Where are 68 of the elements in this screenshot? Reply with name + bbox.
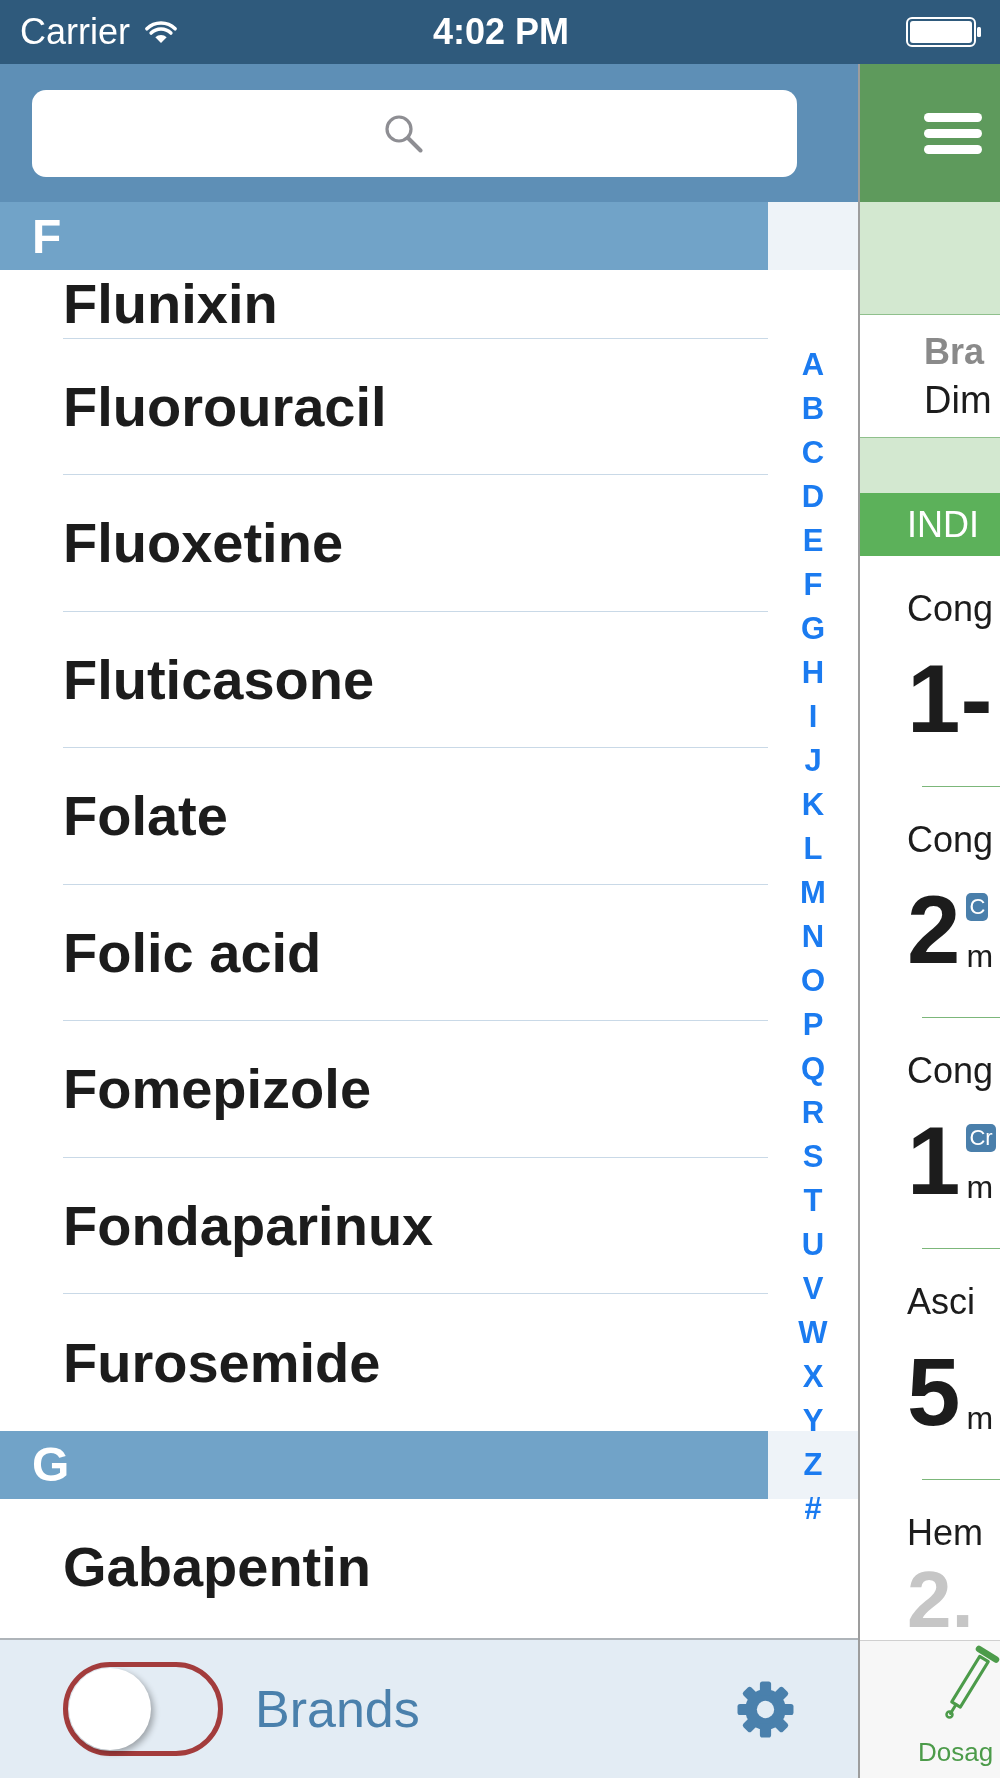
drug-list-item[interactable]: Furosemide: [63, 1294, 768, 1431]
search-field[interactable]: [32, 89, 797, 177]
index-letter[interactable]: T: [803, 1179, 823, 1223]
brand-value: Dim: [924, 378, 992, 423]
drug-list-item[interactable]: Gabapentin: [63, 1498, 768, 1635]
search-icon: [382, 113, 423, 153]
index-letter[interactable]: #: [804, 1487, 822, 1531]
brand-label: Bra: [924, 330, 985, 374]
index-letter[interactable]: C: [801, 431, 825, 475]
index-letter[interactable]: J: [804, 739, 822, 783]
index-letter[interactable]: G: [800, 607, 826, 651]
drug-list-item[interactable]: Fluticasone: [63, 611, 768, 748]
toggle-label: Brands: [255, 1679, 420, 1739]
indication-label: Hem: [907, 1511, 983, 1555]
section-header: F: [0, 202, 858, 270]
index-letter[interactable]: O: [800, 959, 826, 1003]
index-letter[interactable]: N: [801, 915, 825, 959]
dose-unit: m: [966, 1170, 994, 1204]
menu-icon[interactable]: [924, 112, 982, 154]
indication-label: Asci: [907, 1280, 975, 1324]
index-letter[interactable]: B: [801, 387, 825, 431]
settings-icon[interactable]: [737, 1680, 794, 1738]
indication-label: Cong: [907, 587, 994, 631]
index-letter[interactable]: X: [802, 1355, 824, 1399]
index-letter[interactable]: V: [802, 1267, 824, 1311]
dose-value: 2: [907, 880, 961, 980]
index-letter[interactable]: K: [801, 783, 825, 827]
dose-tag: Cr: [966, 1124, 996, 1152]
drug-list-item[interactable]: Flunixin: [63, 270, 768, 339]
tab-item[interactable]: Dosag: [905, 1641, 1000, 1778]
index-letter[interactable]: M: [800, 871, 826, 915]
clock-time: 4:02 PM: [432, 11, 570, 53]
dose-value: 1: [907, 1111, 961, 1211]
index-letter[interactable]: I: [808, 695, 818, 739]
drug-list-item[interactable]: Folic acid: [63, 884, 768, 1021]
index-letter[interactable]: Z: [803, 1443, 823, 1487]
dropper-icon: [944, 1645, 1000, 1719]
dose-unit: m: [966, 939, 994, 973]
index-letter[interactable]: Y: [802, 1399, 824, 1443]
index-letter[interactable]: S: [802, 1135, 824, 1179]
indication-label: Cong: [907, 818, 994, 862]
drug-list-item[interactable]: Fluoxetine: [63, 475, 768, 612]
toggle-switch[interactable]: [63, 1662, 223, 1756]
dose-value: 2.: [907, 1561, 974, 1639]
index-letter[interactable]: L: [803, 827, 823, 871]
battery-icon: [906, 17, 982, 47]
index-letter[interactable]: H: [801, 651, 825, 695]
index-letter[interactable]: P: [802, 1003, 824, 1047]
index-letter[interactable]: Q: [800, 1047, 826, 1091]
carrier-label: Carrier: [20, 11, 130, 53]
index-letter[interactable]: F: [803, 563, 823, 607]
index-letter[interactable]: E: [802, 519, 824, 563]
index-letter[interactable]: D: [801, 475, 825, 519]
index-letter[interactable]: W: [798, 1311, 828, 1355]
drug-list-item[interactable]: Fluorouracil: [63, 338, 768, 475]
index-letter[interactable]: A: [801, 343, 825, 387]
dose-unit: m: [966, 1401, 994, 1435]
dose-value: 1-: [907, 649, 993, 749]
dose-value: 5: [907, 1342, 961, 1442]
index-letter[interactable]: R: [801, 1091, 825, 1135]
section-title: INDI: [860, 493, 1000, 556]
drug-list-item[interactable]: Folate: [63, 748, 768, 885]
indication-label: Cong: [907, 1049, 994, 1093]
drug-list-item[interactable]: Fomepizole: [63, 1021, 768, 1158]
index-letter[interactable]: U: [801, 1223, 825, 1267]
dose-tag: C: [966, 893, 989, 921]
wifi-icon: [144, 20, 178, 44]
drug-list-item[interactable]: Fondaparinux: [63, 1157, 768, 1294]
